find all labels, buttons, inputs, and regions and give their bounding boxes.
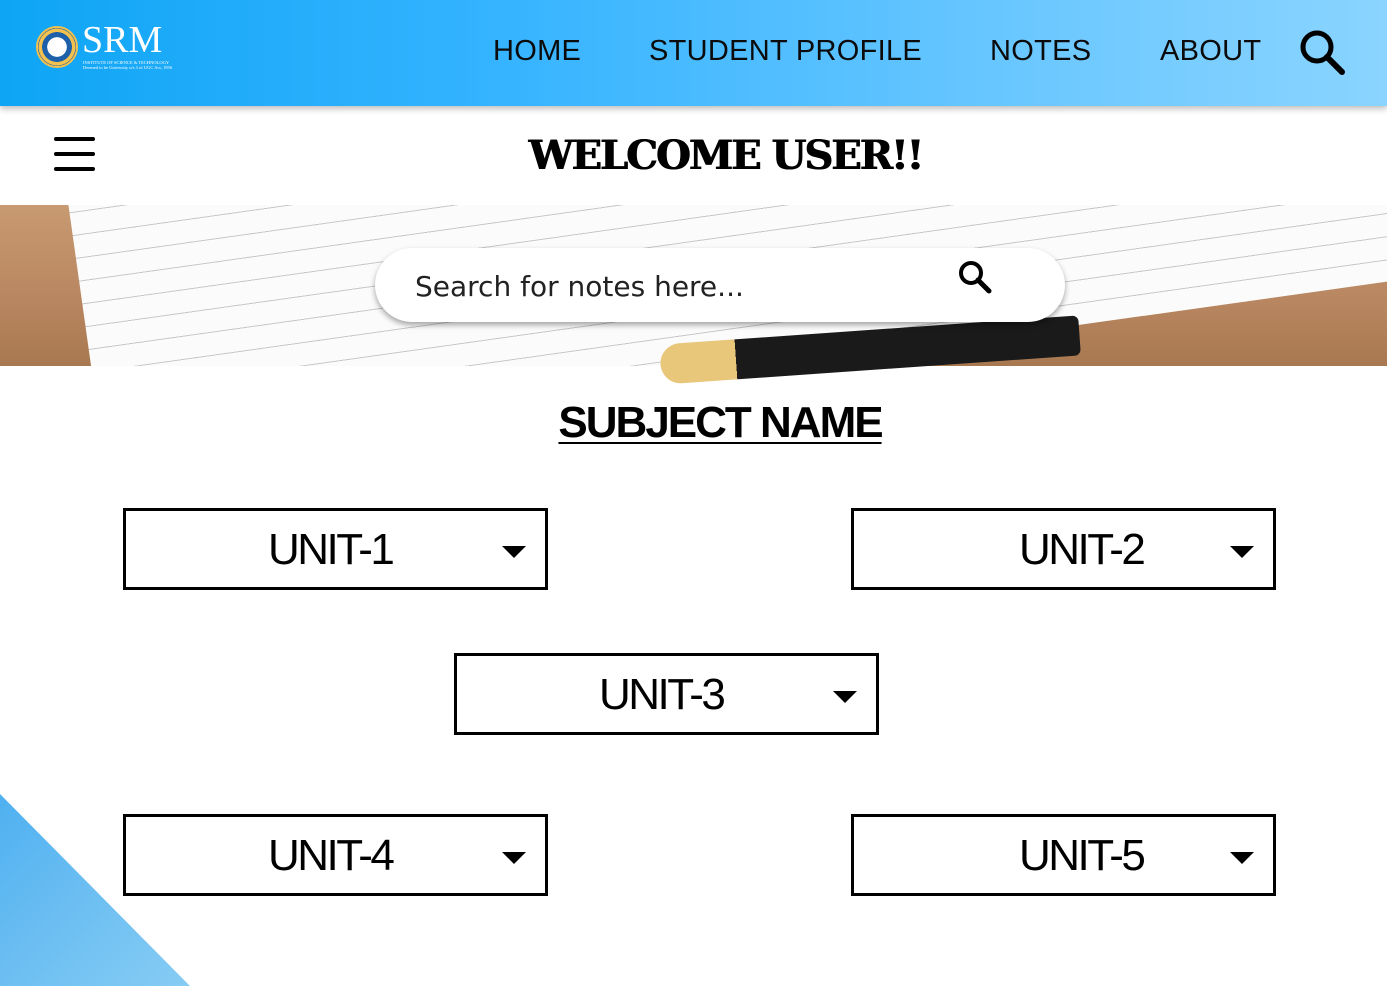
caret-down-icon — [502, 852, 526, 864]
nav-student-profile[interactable]: STUDENT PROFILE — [649, 35, 922, 68]
caret-down-icon — [502, 546, 526, 558]
logo-name: SRM — [82, 19, 163, 61]
notes-search-input[interactable] — [415, 268, 935, 304]
subject-name-heading: SUBJECT NAME — [558, 398, 883, 447]
caret-down-icon — [833, 691, 857, 703]
unit-label: UNIT-1 — [268, 525, 395, 574]
caret-down-icon — [1230, 546, 1254, 558]
logo-subtitle: INSTITUTE OF SCIENCE & TECHNOLOGY Deemed… — [83, 60, 193, 70]
top-header: SRM INSTITUTE OF SCIENCE & TECHNOLOGY De… — [0, 0, 1387, 106]
unit-label: UNIT-4 — [268, 831, 395, 880]
srm-logo[interactable]: SRM INSTITUTE OF SCIENCE & TECHNOLOGY De… — [36, 20, 196, 76]
unit-4-dropdown[interactable]: UNIT-4 — [123, 814, 548, 896]
logo-tagline: Deemed to be University u/s 3 of UGC Act… — [83, 65, 172, 70]
university-seal-icon — [36, 26, 78, 68]
unit-label: UNIT-3 — [599, 670, 726, 719]
nav-home[interactable]: HOME — [493, 35, 581, 68]
nav-notes[interactable]: NOTES — [990, 35, 1091, 68]
welcome-heading: WELCOME USER!! — [528, 132, 924, 179]
search-icon[interactable] — [1298, 28, 1348, 78]
unit-3-dropdown[interactable]: UNIT-3 — [454, 653, 879, 735]
caret-down-icon — [1230, 852, 1254, 864]
unit-1-dropdown[interactable]: UNIT-1 — [123, 508, 548, 590]
unit-label: UNIT-5 — [1019, 831, 1146, 880]
unit-5-dropdown[interactable]: UNIT-5 — [851, 814, 1276, 896]
unit-2-dropdown[interactable]: UNIT-2 — [851, 508, 1276, 590]
search-icon[interactable] — [954, 256, 996, 298]
nav-about[interactable]: ABOUT — [1160, 35, 1261, 68]
unit-label: UNIT-2 — [1019, 525, 1146, 574]
